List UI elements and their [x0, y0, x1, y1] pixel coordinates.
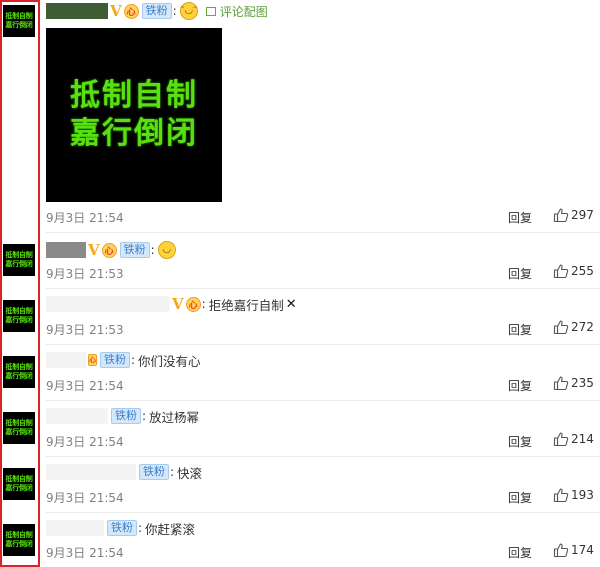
comment-time: 9月3日 21:53 — [46, 267, 124, 281]
vip-icon: V — [172, 295, 184, 313]
comment-text: 快滚 — [177, 465, 203, 481]
smile-emoji-icon: ◡ — [157, 241, 176, 259]
reply-button[interactable]: 回复 — [508, 489, 532, 506]
thumbs-up-icon — [553, 320, 569, 335]
thumbs-up-icon — [553, 488, 569, 503]
like-button[interactable]: 297 — [553, 207, 594, 223]
divider — [46, 288, 600, 289]
comment-header: 铁粉 : 快滚 — [46, 462, 202, 482]
level-icon: 心 — [185, 296, 201, 312]
username-redacted[interactable] — [46, 352, 86, 368]
username-redacted[interactable] — [46, 408, 108, 424]
like-button[interactable]: 193 — [553, 487, 594, 503]
comment-time: 9月3日 21:54 — [46, 546, 124, 560]
reply-button[interactable]: 回复 — [508, 544, 532, 561]
vip-icon: V — [88, 241, 100, 259]
comment-header: V 心 : 拒绝嘉行自制 ✕ — [46, 294, 297, 314]
username-redacted[interactable] — [46, 464, 136, 480]
vip-icon: V — [110, 2, 122, 20]
colon: : — [142, 409, 147, 423]
comment-header: 铁粉 : 你赶紧滚 — [46, 518, 195, 538]
like-count: 272 — [571, 320, 594, 334]
comment-image[interactable]: 抵制自制 嘉行倒闭 — [46, 28, 222, 202]
picture-icon — [205, 6, 216, 16]
username-redacted[interactable] — [46, 520, 104, 536]
comment-text: 放过杨幂 — [149, 409, 200, 425]
comment-text: 你赶紧滚 — [145, 521, 196, 537]
fan-badge[interactable]: 铁粉 — [107, 520, 137, 536]
like-count: 214 — [571, 432, 594, 446]
level-icon: 心 — [88, 354, 97, 366]
fan-badge[interactable]: 铁粉 — [119, 242, 150, 258]
comment-header: V 心 铁粉 : ᵔ◡ᵔ 评论配图 — [46, 1, 268, 21]
thumbs-up-icon — [553, 432, 569, 447]
comment-image-text-line: 嘉行倒闭 — [70, 116, 198, 151]
reply-button[interactable]: 回复 — [508, 265, 532, 282]
reply-button[interactable]: 回复 — [508, 209, 532, 226]
thumbs-up-icon — [553, 376, 569, 391]
thumbs-up-icon — [553, 543, 569, 558]
divider — [46, 344, 600, 345]
like-button[interactable]: 214 — [553, 431, 594, 447]
colon: : — [150, 243, 155, 257]
divider — [46, 232, 600, 233]
comment-image-text-line: 抵制自制 — [70, 78, 198, 113]
like-button[interactable]: 255 — [553, 263, 594, 279]
thumbs-up-icon — [553, 264, 569, 279]
cross-mark-icon: ✕ — [285, 296, 297, 312]
fan-badge[interactable]: 铁粉 — [100, 352, 130, 368]
comment-header: V 心 铁粉 : ◡ — [46, 240, 176, 260]
smirk-emoji-icon: ᵔ◡ᵔ — [179, 2, 198, 20]
colon: : — [138, 521, 143, 535]
comment-time: 9月3日 21:54 — [46, 379, 124, 393]
reply-button[interactable]: 回复 — [508, 321, 532, 338]
comment-header: 心 铁粉 : 你们没有心 — [46, 350, 201, 370]
username-redacted[interactable] — [46, 3, 108, 19]
comment-time: 9月3日 21:54 — [46, 491, 124, 505]
level-icon: 心 — [101, 242, 117, 258]
divider — [46, 400, 600, 401]
thumbs-up-icon — [553, 208, 569, 223]
level-icon: 心 — [123, 3, 139, 19]
like-count: 235 — [571, 376, 594, 390]
avatar-column-highlight — [0, 0, 40, 567]
divider — [46, 512, 600, 513]
comment-time: 9月3日 21:53 — [46, 323, 124, 337]
comment-text: 你们没有心 — [138, 353, 201, 369]
colon: : — [201, 297, 206, 311]
comment-header: 铁粉 : 放过杨幂 — [46, 406, 199, 426]
comment-picture-label: 评论配图 — [219, 4, 268, 19]
divider — [46, 456, 600, 457]
reply-button[interactable]: 回复 — [508, 377, 532, 394]
comment-picture-link[interactable]: 评论配图 — [205, 3, 268, 20]
comment-text: 拒绝嘉行自制 — [208, 297, 284, 313]
comment-time: 9月3日 21:54 — [46, 435, 124, 449]
username-redacted[interactable] — [46, 296, 170, 312]
reply-button[interactable]: 回复 — [508, 433, 532, 450]
colon: : — [131, 353, 136, 367]
colon: : — [170, 465, 175, 479]
like-count: 255 — [571, 264, 594, 278]
like-count: 193 — [571, 488, 594, 502]
fan-badge[interactable]: 铁粉 — [111, 408, 141, 424]
username-redacted[interactable] — [46, 242, 86, 258]
fan-badge[interactable]: 铁粉 — [141, 3, 172, 19]
fan-badge[interactable]: 铁粉 — [139, 464, 169, 480]
like-button[interactable]: 174 — [553, 542, 594, 558]
like-count: 297 — [571, 208, 594, 222]
comment-time: 9月3日 21:54 — [46, 211, 124, 225]
colon: : — [172, 4, 177, 18]
like-count: 174 — [571, 543, 594, 557]
like-button[interactable]: 235 — [553, 375, 594, 391]
like-button[interactable]: 272 — [553, 319, 594, 335]
